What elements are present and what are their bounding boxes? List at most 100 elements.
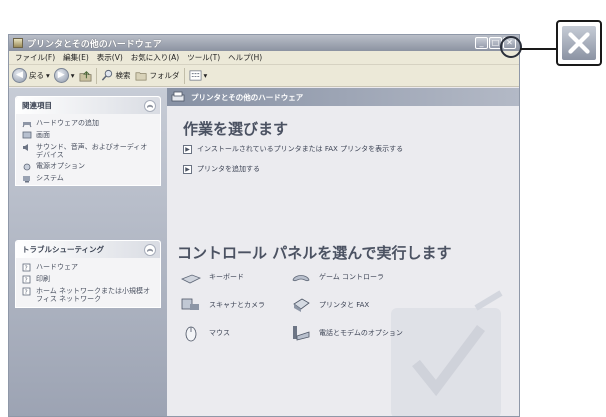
menu-tools[interactable]: ツール(T): [183, 52, 224, 63]
game-controller-icon: [292, 275, 310, 282]
task-heading: 作業を選びます: [183, 120, 289, 138]
menu-help[interactable]: ヘルプ(H): [224, 52, 266, 63]
list-item-label: 画面: [36, 131, 50, 139]
troubleshooting-header[interactable]: トラブルシューティング ︽: [16, 241, 160, 258]
views-button[interactable]: ▾: [189, 69, 207, 82]
content-title: プリンタとその他のハードウェア: [191, 92, 304, 102]
related-item-display[interactable]: 画面: [22, 131, 154, 140]
related-topics-header[interactable]: 関連項目 ︽: [16, 97, 160, 114]
close-x-icon: [568, 32, 590, 54]
folders-icon: [135, 72, 147, 81]
content-pane: プリンタとその他のハードウェア 作業を選びます ▶ インストールされているプリン…: [167, 88, 519, 416]
category-label: 電話とモデムのオプション: [319, 329, 403, 337]
add-hardware-icon: [22, 122, 32, 128]
title-bar[interactable]: プリンタとその他のハードウェア _ □ ✕: [9, 35, 519, 51]
svg-text:?: ?: [25, 277, 28, 284]
category-label: マウス: [209, 329, 230, 337]
category-phone-modem[interactable]: 電話とモデムのオプション: [291, 324, 403, 342]
help-icon: ?: [22, 287, 31, 296]
related-item-add-hardware[interactable]: ハードウェアの追加: [22, 119, 154, 128]
toolbar-separator: [183, 67, 185, 84]
list-item-label: サウンド、音声、およびオーディオ デバイス: [36, 143, 148, 159]
menu-view[interactable]: 表示(V): [93, 52, 127, 63]
printer-folder-icon: [13, 38, 23, 48]
close-button-zoom-callout: [556, 20, 602, 66]
category-label: スキャナとカメラ: [209, 301, 265, 309]
explorer-window: プリンタとその他のハードウェア _ □ ✕ ファイル(F) 編集(E) 表示(V…: [8, 34, 520, 417]
related-item-system[interactable]: システム: [22, 174, 154, 183]
up-folder-button[interactable]: [79, 69, 92, 82]
speaker-icon: [23, 144, 28, 151]
close-button-highlight-ring: [500, 36, 522, 58]
list-item-label: 電源オプション: [36, 162, 85, 170]
category-mouse[interactable]: マウス: [181, 324, 230, 342]
collapse-chevron-icon[interactable]: ︽: [144, 99, 156, 112]
arrow-right-icon: ▶: [183, 164, 192, 174]
menu-favorites[interactable]: お気に入り(A): [127, 52, 183, 63]
mouse-icon: [185, 326, 197, 342]
category-label: ゲーム コントローラ: [319, 273, 385, 281]
svg-text:?: ?: [25, 265, 28, 272]
related-topics-box: 関連項目 ︽ ハードウェアの追加 画面 サウンド、音声、およびオーディオ デバイ…: [15, 96, 161, 186]
power-options-icon: [23, 163, 31, 171]
task-label: プリンタを追加する: [197, 165, 260, 173]
list-item-label: ハードウェアの追加: [36, 119, 99, 127]
back-button[interactable]: ◀ 戻る ▾: [12, 68, 50, 83]
toolbar-separator: [95, 67, 97, 84]
category-label: キーボード: [209, 273, 244, 281]
up-folder-icon: [79, 70, 91, 82]
troubleshooting-box: トラブルシューティング ︽ ? ハードウェア ? 印刷 ? ホーム ネットワーク…: [15, 240, 161, 308]
troubleshoot-item-printing[interactable]: ? 印刷: [22, 275, 154, 284]
search-label: 検索: [115, 71, 131, 80]
search-button[interactable]: 検索: [101, 69, 131, 82]
menu-edit[interactable]: 編集(E): [59, 52, 93, 63]
zoomed-close-button: [561, 25, 597, 61]
folders-button[interactable]: フォルダ: [135, 69, 180, 82]
toolbar: ◀ 戻る ▾ ▶ ▾ 検索 フォルダ ▾: [9, 65, 519, 87]
forward-arrow-icon: ▶: [53, 68, 69, 83]
related-topics-title: 関連項目: [22, 101, 52, 110]
troubleshoot-item-hardware[interactable]: ? ハードウェア: [22, 263, 154, 272]
printer-icon: [293, 298, 310, 312]
scanner-camera-icon: [181, 298, 199, 310]
list-item-label: 印刷: [36, 275, 50, 283]
list-item-label: ハードウェア: [36, 263, 78, 271]
forward-dropdown-icon: ▾: [70, 71, 75, 80]
category-game-controllers[interactable]: ゲーム コントローラ: [291, 268, 384, 286]
keyboard-icon: [181, 274, 201, 284]
phone-modem-icon: [293, 326, 310, 341]
collapse-chevron-icon[interactable]: ︽: [144, 243, 156, 256]
help-icon: ?: [22, 275, 31, 284]
category-scanners-cameras[interactable]: スキャナとカメラ: [181, 296, 265, 314]
troubleshooting-title: トラブルシューティング: [22, 245, 105, 254]
views-icon: [189, 70, 201, 81]
menu-bar: ファイル(F) 編集(E) 表示(V) お気に入り(A) ツール(T) ヘルプ(…: [9, 51, 519, 65]
category-label: プリンタと FAX: [319, 301, 370, 309]
minimize-button[interactable]: _: [475, 37, 488, 49]
troubleshoot-item-network[interactable]: ? ホーム ネットワークまたは小規模オフィス ネットワーク: [22, 287, 154, 303]
back-dropdown-icon: ▾: [46, 71, 50, 80]
control-panel-heading: コントロール パネルを選んで実行します: [177, 244, 452, 262]
display-icon: [22, 131, 32, 139]
related-item-power[interactable]: 電源オプション: [22, 162, 154, 171]
back-label: 戻る: [29, 71, 44, 80]
related-item-sound[interactable]: サウンド、音声、およびオーディオ デバイス: [22, 143, 154, 159]
category-printers-fax[interactable]: プリンタと FAX: [291, 296, 369, 314]
category-keyboard[interactable]: キーボード: [181, 268, 244, 286]
folders-label: フォルダ: [149, 71, 180, 80]
system-icon: [23, 176, 30, 183]
printer-hardware-icon: [171, 91, 185, 102]
callout-line: [520, 48, 558, 50]
task-label: インストールされているプリンタまたは FAX プリンタを表示する: [197, 145, 404, 153]
list-item-label: ホーム ネットワークまたは小規模オフィス ネットワーク: [36, 287, 151, 303]
left-task-pane: 関連項目 ︽ ハードウェアの追加 画面 サウンド、音声、およびオーディオ デバイ…: [9, 88, 167, 416]
task-add-printer[interactable]: ▶ プリンタを追加する: [183, 164, 260, 174]
related-topics-list: ハードウェアの追加 画面 サウンド、音声、およびオーディオ デバイス 電源オプシ…: [16, 114, 160, 190]
help-icon: ?: [22, 263, 31, 272]
arrow-right-icon: ▶: [183, 144, 192, 154]
back-arrow-icon: ◀: [12, 68, 27, 83]
menu-file[interactable]: ファイル(F): [11, 52, 59, 63]
task-view-printers[interactable]: ▶ インストールされているプリンタまたは FAX プリンタを表示する: [183, 144, 403, 154]
window-title: プリンタとその他のハードウェア: [27, 39, 162, 50]
forward-button[interactable]: ▶ ▾: [53, 68, 75, 83]
